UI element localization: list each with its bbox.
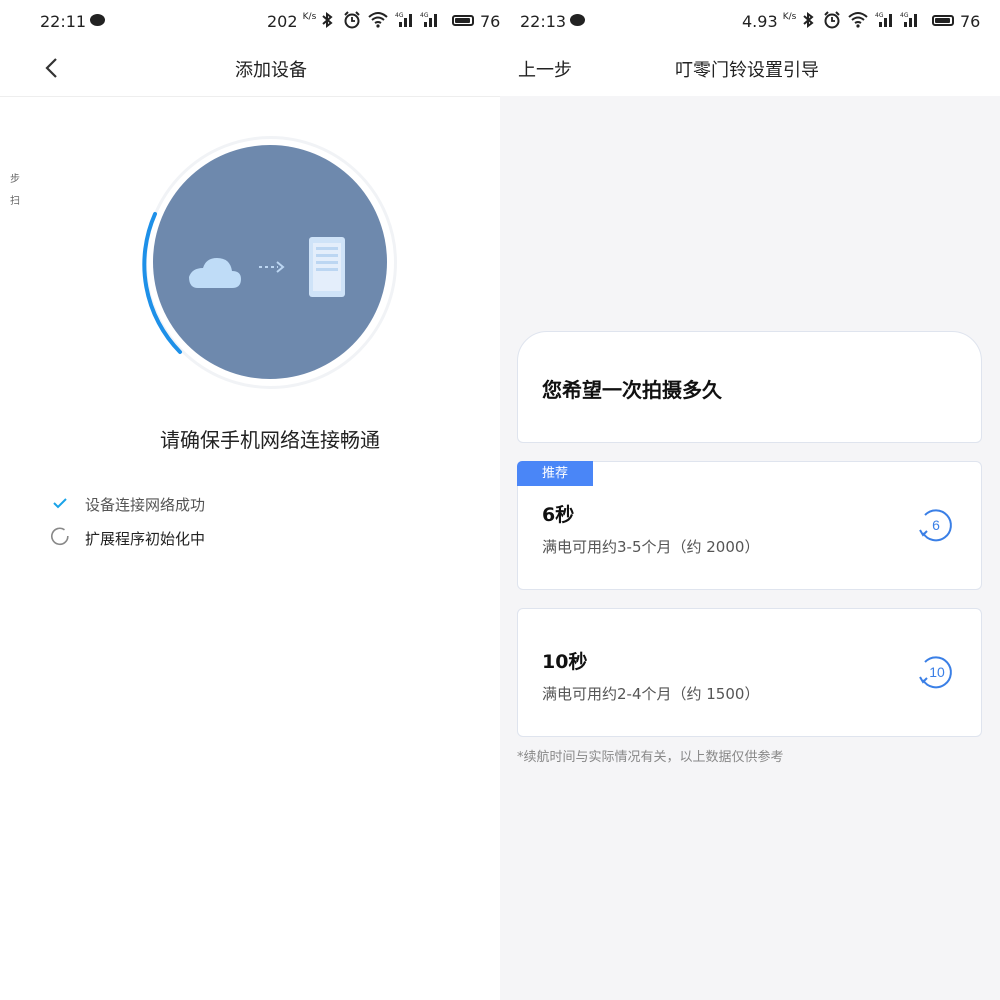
status-bar: 22:13 4.93 K/s 4G 4G 76 <box>500 0 1000 44</box>
battery-level: 76 <box>960 12 981 31</box>
wifi-icon <box>848 12 868 28</box>
option-card-6s[interactable]: 推荐 6秒 满电可用约3-5个月（约 2000） 6 <box>517 461 982 590</box>
svg-text:4G: 4G <box>395 12 404 19</box>
side-hint-text: 扫 <box>10 196 20 207</box>
timer-10-icon: 10 <box>919 656 952 689</box>
bluetooth-icon <box>803 12 814 28</box>
battery-level: 76 <box>480 12 500 31</box>
phone-icon <box>309 237 345 297</box>
check-icon <box>53 498 67 509</box>
svg-text:4G: 4G <box>420 12 429 19</box>
signal-icon: 4G <box>875 12 892 27</box>
svg-text:4G: 4G <box>900 12 909 19</box>
alarm-icon <box>344 11 360 29</box>
status-time: 22:11 <box>40 12 87 31</box>
signal-icon: 4G <box>395 12 412 27</box>
cloud-icon <box>189 258 241 288</box>
side-hint-text: 步 <box>10 174 20 185</box>
option-label: 6秒 <box>542 504 575 526</box>
signal-icon: 4G <box>420 12 437 27</box>
nav-bar: 上一步 叮零门铃设置引导 <box>500 44 1000 96</box>
recommended-badge: 推荐 <box>517 461 593 486</box>
svg-text:10: 10 <box>929 664 945 680</box>
signal-icon: 4G <box>900 12 917 27</box>
page-title: 添加设备 <box>235 60 307 81</box>
back-arrow-icon[interactable] <box>40 54 64 82</box>
nav-bar: 添加设备 <box>0 44 500 97</box>
option-label: 10秒 <box>542 651 588 673</box>
alarm-icon <box>824 11 840 29</box>
network-speed: 202 K/s <box>267 12 317 31</box>
option-desc: 满电可用约3-5个月（约 2000） <box>542 538 760 556</box>
loading-spinner-icon <box>51 527 69 546</box>
message-icon <box>90 14 105 26</box>
message-icon <box>570 14 585 26</box>
left-screen: 22:11 202 K/s 4G 4G 76 添加设备 步 扫 请确保手机网络连… <box>0 0 500 1000</box>
svg-text:6: 6 <box>932 517 940 533</box>
question-text: 您希望一次拍摄多久 <box>542 378 722 402</box>
status-bar: 22:11 202 K/s 4G 4G 76 <box>0 0 500 44</box>
step-item-extension: 扩展程序初始化中 <box>50 527 350 551</box>
battery-footnote: *续航时间与实际情况有关，以上数据仅供参考 <box>517 750 784 765</box>
transfer-arrow-icon <box>259 261 285 273</box>
option-desc: 满电可用约2-4个月（约 1500） <box>542 685 760 703</box>
network-speed: 4.93 K/s <box>742 12 797 31</box>
timer-6-icon: 6 <box>919 509 952 542</box>
svg-text:4G: 4G <box>875 12 884 19</box>
step-label: 设备连接网络成功 <box>85 496 206 514</box>
status-time: 22:13 <box>520 12 567 31</box>
step-label: 扩展程序初始化中 <box>85 530 206 548</box>
battery-icon <box>932 15 954 26</box>
page-title: 叮零门铃设置引导 <box>675 60 819 81</box>
network-prompt: 请确保手机网络连接畅通 <box>160 428 380 452</box>
question-card: 您希望一次拍摄多久 <box>517 331 982 443</box>
back-button[interactable]: 上一步 <box>518 56 572 82</box>
battery-icon <box>452 15 474 26</box>
wifi-icon <box>368 12 388 28</box>
option-card-10s[interactable]: 10秒 满电可用约2-4个月（约 1500） 10 <box>517 608 982 737</box>
step-item-network: 设备连接网络成功 <box>50 493 350 517</box>
bluetooth-icon <box>322 12 333 28</box>
